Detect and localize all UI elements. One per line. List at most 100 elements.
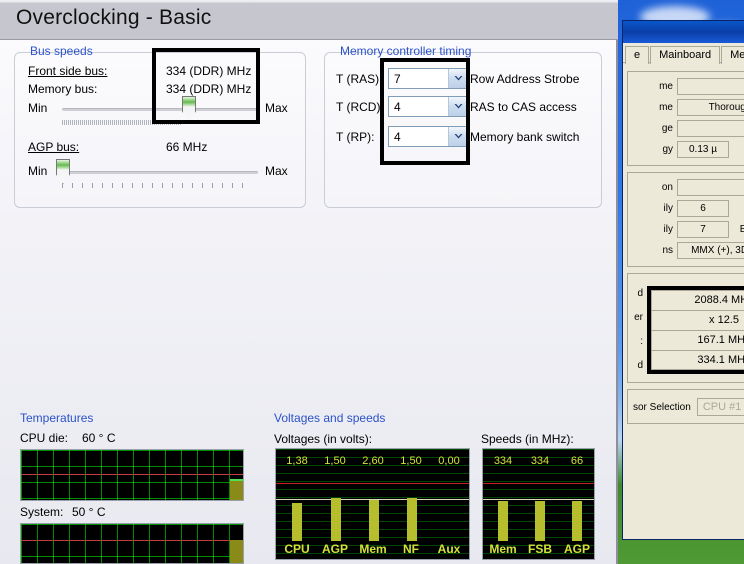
speed-bar-mem (498, 501, 508, 541)
instructions-value: MMX (+), 3DNow! (+), (677, 242, 744, 259)
system-temp-label: System: (20, 505, 63, 519)
ext-model-label: Ext. Model (729, 224, 744, 235)
family-label: ily (631, 203, 677, 214)
system-temp-grid (21, 524, 243, 563)
cpu-die-label: CPU die: (20, 431, 68, 445)
front-side-bus-value: 334 (DDR) MHz (166, 64, 251, 78)
clocks-highlight-box: 2088.4 MHz x 12.5 167.1 MHz 334.1 MHz (647, 286, 744, 374)
clock-labels-column: d er : d (631, 282, 645, 378)
tras-label: T (RAS): (336, 72, 382, 86)
speed-value-agp: 66 (559, 455, 595, 467)
processor-selection-row[interactable]: sor Selection CPU #1 (631, 395, 744, 419)
trcd-dropdown[interactable]: 4 (388, 96, 468, 117)
system-temp-threshold-line (21, 540, 243, 541)
selection-section: sor Selection CPU #1 (627, 389, 744, 424)
trp-value: 4 (389, 130, 448, 144)
agp-slider-ticks (62, 183, 252, 188)
speed-bar-fsb (535, 501, 545, 541)
voltage-value-agp: 1,50 (316, 455, 354, 467)
voltage-label: Volt (729, 144, 744, 155)
agp-slider-min-label: Min (28, 164, 47, 178)
package-value: Socke (677, 120, 744, 137)
row-instructions: ns MMX (+), 3DNow! (+), (631, 241, 744, 259)
core-speed-label: d (631, 282, 643, 306)
tab-memory[interactable]: Memory (721, 46, 744, 64)
codename-value: Thoroughbred (677, 99, 744, 116)
instructions-label: ns (631, 245, 677, 256)
ht-label: d (631, 354, 643, 378)
family-value: 6 (677, 200, 729, 217)
agp-slider-track[interactable] (62, 171, 258, 174)
cpu-temp-threshold-line (21, 474, 243, 475)
chevron-down-icon[interactable] (448, 97, 467, 116)
memory-timing-group-title: Memory controller timing (337, 44, 474, 58)
tab-cpu[interactable]: e (625, 46, 649, 64)
voltage-bar-mem (369, 500, 379, 541)
chevron-down-icon[interactable] (448, 69, 467, 88)
fsb-slider-min-label: Min (28, 101, 47, 115)
trcd-description: RAS to CAS access (470, 100, 577, 114)
system-temp-graph (20, 523, 244, 564)
voltage-label-nf: NF (392, 542, 430, 556)
ext-family-value: 7 (677, 221, 729, 238)
trp-description: Memory bank switch (470, 130, 579, 144)
row-ext-family: ily 7 Ext. Model (631, 220, 744, 238)
tras-dropdown[interactable]: 7 (388, 68, 468, 89)
row-codename: me Thoroughbred (631, 98, 744, 116)
voltage-value-mem: 2,60 (354, 455, 392, 467)
cpu-temp-graph (20, 449, 244, 501)
voltage-label-cpu: CPU (278, 542, 316, 556)
technology-label: gy (631, 144, 677, 155)
trcd-value: 4 (389, 100, 448, 114)
voltage-bar-nf (407, 498, 417, 541)
cpuz-title-bar[interactable] (623, 21, 744, 43)
chevron-down-icon[interactable] (448, 127, 467, 146)
processor-section: me AMD Athl me Thoroughbred ge Socke gy … (627, 71, 744, 166)
fsb-slider-track[interactable] (62, 108, 258, 111)
voltage-label-mem: Mem (354, 542, 392, 556)
cpu-die-value: 60 ° C (82, 431, 115, 445)
system-temp-value: 50 ° C (72, 505, 105, 519)
speeds-chart: 334 334 66 Mem FSB AGP (482, 448, 595, 560)
tab-mainboard[interactable]: Mainboard (650, 46, 720, 64)
voltage-value-cpu: 1,38 (278, 455, 316, 467)
voltages-header: Voltages (in volts): (274, 432, 372, 446)
trp-dropdown[interactable]: 4 (388, 126, 468, 147)
voltage-label-agp: AGP (316, 542, 354, 556)
specification-label: on (631, 182, 677, 193)
speed-label-agp: AGP (559, 542, 595, 556)
model-label: Model (729, 203, 744, 214)
bus-speed-value: 167.1 MHz (651, 330, 744, 350)
front-side-bus-label: Front side bus: (28, 64, 107, 78)
cpuz-tab-strip[interactable]: eMainboardMemory (623, 43, 744, 63)
speeds-reference-line (483, 499, 594, 500)
tras-value: 7 (389, 72, 448, 86)
name-label: me (631, 81, 677, 92)
voltage-value-nf: 1,50 (392, 455, 430, 467)
multiplier-label: er (631, 306, 643, 330)
tras-description: Row Address Strobe (470, 72, 579, 86)
voltages-chart: 1,38 1,50 2,60 1,50 0,00 CPU AGP Mem NF … (275, 448, 470, 560)
memory-bus-value: 334 (DDR) MHz (166, 82, 251, 96)
agp-slider-max-label: Max (265, 164, 288, 178)
specification-value: AMD A (677, 179, 744, 196)
speed-value-fsb: 334 (522, 455, 558, 467)
cpuz-window[interactable]: eMainboardMemory me AMD Athl me Thorough… (622, 20, 744, 540)
bus-speeds-group-title: Bus speeds (27, 44, 96, 58)
row-family: ily 6 Model (631, 199, 744, 217)
cpu-temp-current-tip (230, 479, 243, 481)
fsb-slider-max-label: Max (265, 101, 288, 115)
voltage-bar-agp (331, 498, 341, 541)
voltages-speeds-title: Voltages and speeds (274, 411, 385, 425)
voltage-bar-cpu (292, 503, 302, 541)
row-technology: gy 0.13 µ Volt (631, 140, 744, 158)
specification-section: on AMD A ily 6 Model ily 7 Ext. Model ns… (627, 172, 744, 267)
speeds-header: Speeds (in MHz): (481, 432, 574, 446)
cpu-temp-grid (21, 450, 243, 500)
package-label: ge (631, 123, 677, 134)
processor-selection-value[interactable]: CPU #1 (697, 398, 744, 416)
core-speed-value: 2088.4 MHz (651, 290, 744, 310)
speed-label-fsb: FSB (522, 542, 558, 556)
speed-bar-agp (572, 501, 582, 541)
overclocking-panel: Overclocking - Basic Bus speeds Front si… (0, 0, 618, 564)
